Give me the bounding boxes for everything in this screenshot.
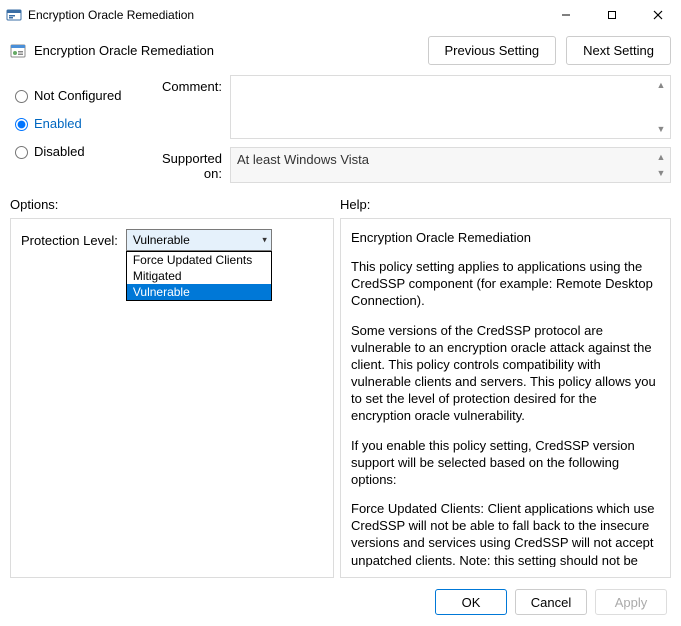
supported-scroll-down-icon: ▼ [654,166,668,180]
supported-scroll-up-icon: ▲ [654,150,668,164]
header-row: Encryption Oracle Remediation Previous S… [0,30,681,75]
comment-textarea[interactable]: ▲ ▼ [230,75,671,139]
radio-not-configured-label: Not Configured [34,88,121,103]
minimize-button[interactable] [543,0,589,30]
help-paragraph-3: If you enable this policy setting, CredS… [351,437,656,488]
protection-level-select-wrap: Vulnerable ▾ Force Updated Clients Mitig… [126,229,272,251]
supported-on-box: At least Windows Vista ▲ ▼ [230,147,671,183]
dropdown-item-force-updated[interactable]: Force Updated Clients [127,252,271,268]
protection-level-dropdown: Force Updated Clients Mitigated Vulnerab… [126,251,272,301]
supported-row: Supported on: At least Windows Vista ▲ ▼ [150,147,671,183]
dropdown-item-vulnerable[interactable]: Vulnerable [127,284,271,300]
comment-scroll-down-icon[interactable]: ▼ [654,122,668,136]
help-panel: Encryption Oracle Remediation This polic… [340,218,671,578]
policy-icon [10,43,26,59]
supported-on-value: At least Windows Vista [237,152,369,167]
options-section-label: Options: [10,197,340,212]
chevron-down-icon: ▾ [262,235,267,246]
previous-setting-button[interactable]: Previous Setting [428,36,557,65]
protection-level-row: Protection Level: Vulnerable ▾ Force Upd… [21,229,323,251]
comment-row: Comment: ▲ ▼ [150,75,671,139]
policy-subtitle: Encryption Oracle Remediation [34,43,418,58]
protection-level-label: Protection Level: [21,233,118,248]
radio-disabled-input[interactable] [15,146,28,159]
radio-enabled[interactable]: Enabled [10,109,140,137]
radio-not-configured-input[interactable] [15,90,28,103]
radio-enabled-label: Enabled [34,116,82,131]
radio-enabled-input[interactable] [15,118,28,131]
radio-disabled-label: Disabled [34,144,85,159]
radio-not-configured[interactable]: Not Configured [10,81,140,109]
panels-row: Protection Level: Vulnerable ▾ Force Upd… [0,218,681,578]
supported-label: Supported on: [150,147,230,181]
policy-editor-window: Encryption Oracle Remediation Encrypti [0,0,681,626]
help-section-label: Help: [340,197,671,212]
protection-level-select[interactable]: Vulnerable ▾ [126,229,272,251]
config-area: Not Configured Enabled Disabled Comment:… [0,75,681,183]
next-setting-button[interactable]: Next Setting [566,36,671,65]
help-paragraph-2: Some versions of the CredSSP protocol ar… [351,322,656,425]
close-button[interactable] [635,0,681,30]
help-text-body: Encryption Oracle Remediation This polic… [351,229,656,567]
ok-button[interactable]: OK [435,589,507,615]
help-title: Encryption Oracle Remediation [351,229,656,246]
comment-scroll-up-icon[interactable]: ▲ [654,78,668,92]
apply-button: Apply [595,589,667,615]
help-paragraph-4: Force Updated Clients: Client applicatio… [351,500,656,567]
fields-column: Comment: ▲ ▼ Supported on: At least Wind… [150,75,671,183]
dropdown-item-mitigated[interactable]: Mitigated [127,268,271,284]
comment-label: Comment: [150,75,230,94]
options-panel: Protection Level: Vulnerable ▾ Force Upd… [10,218,334,578]
app-icon [6,7,22,23]
state-radio-group: Not Configured Enabled Disabled [10,75,140,183]
protection-level-selected: Vulnerable [133,233,190,247]
title-bar: Encryption Oracle Remediation [0,0,681,30]
radio-disabled[interactable]: Disabled [10,137,140,165]
window-controls [543,0,681,30]
dialog-button-bar: OK Cancel Apply [0,578,681,626]
window-title: Encryption Oracle Remediation [28,8,543,22]
cancel-button[interactable]: Cancel [515,589,587,615]
help-paragraph-1: This policy setting applies to applicati… [351,258,656,309]
maximize-button[interactable] [589,0,635,30]
section-labels-row: Options: Help: [0,183,681,218]
